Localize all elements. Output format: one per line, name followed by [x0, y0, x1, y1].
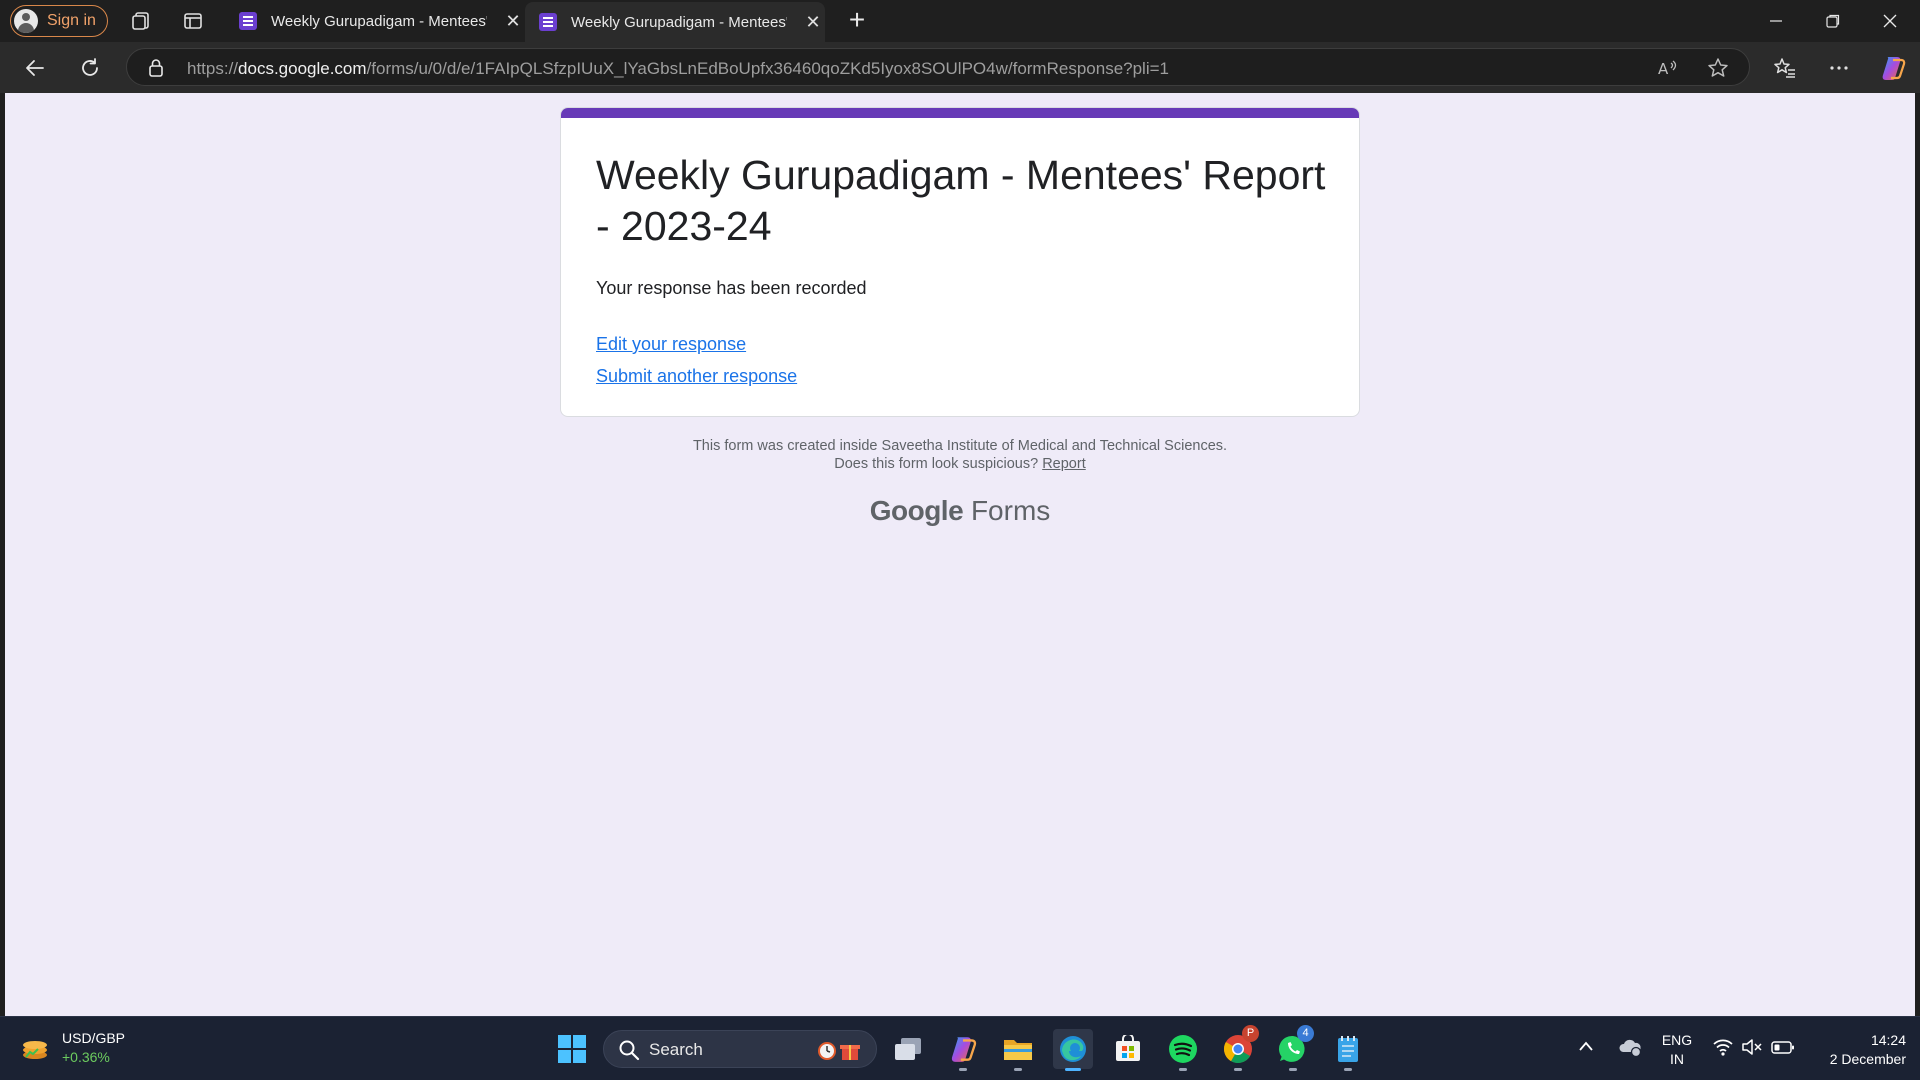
- running-indicator: [1065, 1068, 1081, 1071]
- read-aloud-icon[interactable]: A: [1657, 57, 1679, 79]
- search-icon: [618, 1039, 640, 1066]
- chrome-profile-badge: P: [1242, 1025, 1259, 1042]
- language-region: IN: [1670, 1051, 1684, 1067]
- copilot-app-icon[interactable]: [943, 1029, 983, 1071]
- vertical-tabs-icon[interactable]: [181, 9, 205, 33]
- favorite-star-icon[interactable]: [1707, 57, 1729, 79]
- show-hidden-icons-chevron-icon[interactable]: [1578, 1039, 1594, 1057]
- spotify-icon[interactable]: [1163, 1029, 1203, 1071]
- footer-suspicious-line: Does this form look suspicious? Report: [560, 455, 1360, 473]
- browser-toolbar: https://docs.google.com/forms/u/0/d/e/1F…: [0, 42, 1920, 93]
- tab-form-2-active[interactable]: Weekly Gurupadigam - Mentees' Report - 2…: [525, 2, 825, 42]
- search-placeholder: Search: [649, 1040, 703, 1059]
- url-scheme: https://: [187, 59, 239, 78]
- running-indicator: [1289, 1068, 1297, 1071]
- svg-text:A: A: [1658, 60, 1669, 78]
- battery-icon[interactable]: [1771, 1038, 1795, 1061]
- wifi-icon[interactable]: [1712, 1037, 1734, 1062]
- volume-muted-icon[interactable]: [1741, 1037, 1763, 1062]
- page-viewport: Weekly Gurupadigam - Mentees' Report - 2…: [5, 93, 1915, 1016]
- google-forms-favicon-icon: [239, 12, 257, 30]
- brand-google: Google: [869, 495, 964, 526]
- new-tab-button[interactable]: +: [842, 6, 872, 36]
- stock-widget[interactable]: USD/GBP +0.36%: [20, 1029, 125, 1067]
- whatsapp-icon[interactable]: 4: [1273, 1025, 1314, 1071]
- confirmation-message: Your response has been recorded: [596, 278, 867, 298]
- microsoft-store-icon[interactable]: [1108, 1029, 1148, 1069]
- sign-in-label: Sign in: [47, 12, 96, 29]
- language-code: ENG: [1661, 1032, 1693, 1048]
- edge-browser-icon[interactable]: [1053, 1029, 1093, 1071]
- search-highlight-icon: [816, 1037, 864, 1068]
- google-forms-favicon-icon: [539, 13, 557, 31]
- restore-button[interactable]: [1805, 0, 1861, 42]
- browser-title-bar: Sign in Weekly Gurupadigam - Mentees' Re…: [0, 0, 1920, 42]
- coins-icon: [20, 1035, 50, 1061]
- workspaces-icon[interactable]: [129, 9, 153, 33]
- running-indicator: [959, 1068, 967, 1071]
- report-link[interactable]: Report: [1042, 456, 1086, 472]
- running-indicator: [1344, 1068, 1352, 1071]
- close-window-button[interactable]: [1862, 0, 1918, 42]
- favorites-icon[interactable]: [1771, 54, 1799, 82]
- clock-date: 2 December: [1829, 1051, 1906, 1067]
- chrome-icon[interactable]: P: [1218, 1025, 1259, 1071]
- taskbar-search[interactable]: Search: [603, 1030, 877, 1068]
- running-indicator: [1014, 1068, 1022, 1071]
- form-footer: This form was created inside Saveetha In…: [560, 437, 1360, 473]
- onedrive-sync-icon[interactable]: [1618, 1037, 1642, 1062]
- tab-close-icon[interactable]: ✕: [805, 12, 821, 33]
- whatsapp-unread-badge: 4: [1297, 1025, 1314, 1042]
- windows-taskbar: USD/GBP +0.36% Search P 4 ENG IN 14:24 2…: [0, 1016, 1920, 1080]
- edit-response-link[interactable]: Edit your response: [596, 334, 746, 355]
- notepad-icon[interactable]: [1328, 1029, 1368, 1071]
- url-path: /forms/u/0/d/e/1FAIpQLSfzpIUuX_lYaGbsLnE…: [366, 59, 1169, 78]
- tab-title: Weekly Gurupadigam - Mentees' Report - 2…: [271, 12, 487, 30]
- tab-form-1[interactable]: Weekly Gurupadigam - Mentees' Report - 2…: [225, 0, 525, 42]
- footer-suspicious-text: Does this form look suspicious?: [834, 456, 1039, 472]
- sign-in-button[interactable]: Sign in: [10, 5, 108, 37]
- tab-close-icon[interactable]: ✕: [505, 11, 521, 32]
- clock[interactable]: 14:24 2 December: [1806, 1031, 1906, 1069]
- file-explorer-icon[interactable]: [998, 1029, 1038, 1071]
- form-title: Weekly Gurupadigam - Mentees' Report - 2…: [596, 152, 1326, 249]
- running-indicator: [1234, 1068, 1242, 1071]
- refresh-button[interactable]: [76, 54, 104, 82]
- tab-title: Weekly Gurupadigam - Mentees' Report - 2…: [571, 13, 787, 31]
- widget-title: USD/GBP: [62, 1030, 126, 1046]
- minimize-button[interactable]: [1748, 0, 1804, 42]
- copilot-icon[interactable]: [1879, 54, 1907, 82]
- card-accent-bar: [561, 108, 1359, 118]
- profile-avatar-icon: [14, 9, 38, 33]
- brand-forms: Forms: [970, 495, 1051, 526]
- language-indicator[interactable]: ENG IN: [1660, 1031, 1694, 1069]
- google-forms-logo[interactable]: Google Forms: [560, 495, 1360, 527]
- running-indicator: [1179, 1068, 1187, 1071]
- url-host: docs.google.com: [238, 59, 367, 78]
- footer-created-inside: This form was created inside Saveetha In…: [692, 438, 1228, 454]
- task-view-button[interactable]: [888, 1029, 928, 1069]
- response-card: Weekly Gurupadigam - Mentees' Report - 2…: [560, 107, 1360, 417]
- lock-icon[interactable]: [147, 58, 165, 83]
- clock-time: 14:24: [1870, 1032, 1906, 1048]
- start-button[interactable]: [552, 1029, 592, 1069]
- back-button[interactable]: [21, 54, 49, 82]
- address-bar[interactable]: https://docs.google.com/forms/u/0/d/e/1F…: [126, 48, 1750, 86]
- widget-change: +0.36%: [62, 1049, 110, 1065]
- more-menu-icon[interactable]: [1825, 54, 1853, 82]
- submit-another-response-link[interactable]: Submit another response: [596, 366, 797, 387]
- url-text[interactable]: https://docs.google.com/forms/u/0/d/e/1F…: [187, 59, 1567, 79]
